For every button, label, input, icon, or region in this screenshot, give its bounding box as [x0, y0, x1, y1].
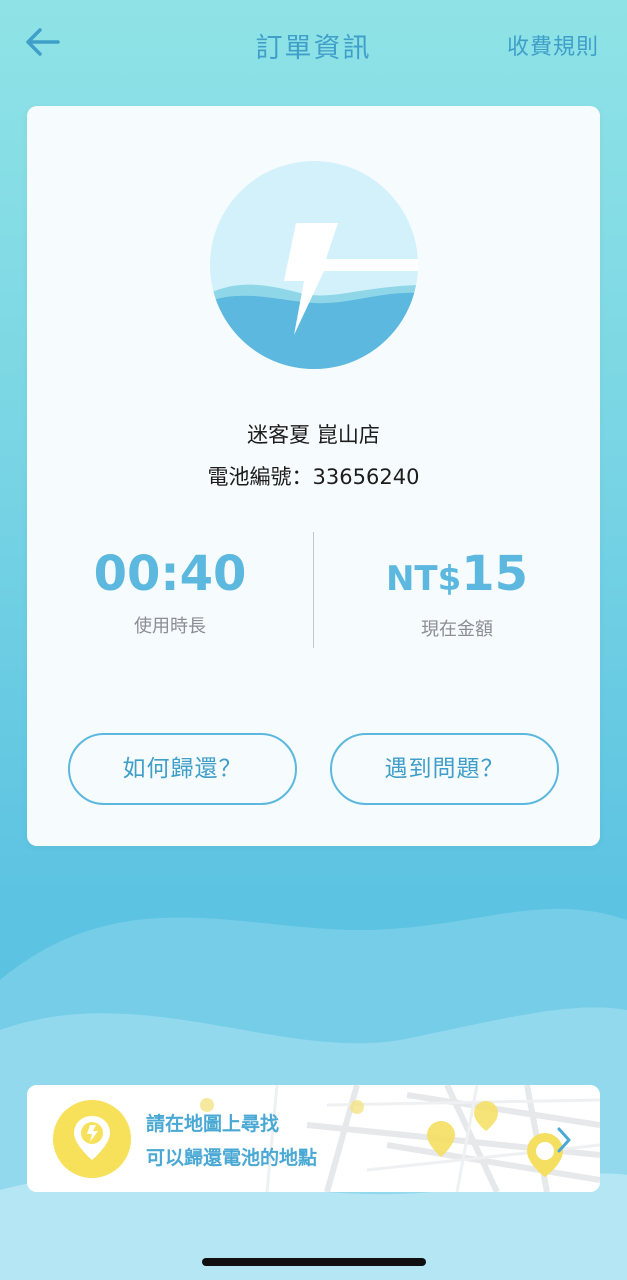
usage-duration-label: 使用時長: [134, 616, 206, 637]
top-bar: 訂單資訊 收費規則: [0, 0, 627, 90]
banner-line-2: 可以歸還電池的地點: [146, 1147, 318, 1169]
battery-bolt-logo-icon: [210, 161, 418, 369]
chevron-right-icon: [557, 1127, 571, 1153]
currency-prefix: NT$: [385, 559, 462, 599]
report-problem-button[interactable]: 遇到問題？: [330, 733, 559, 805]
usage-duration-value: 00:40: [93, 546, 247, 602]
battery-number-label: 電池編號：: [207, 465, 313, 489]
fee-rules-link[interactable]: 收費規則: [507, 29, 599, 61]
amount-number: 15: [461, 546, 529, 602]
current-amount-stat: NT$15 現在金額: [314, 546, 600, 641]
home-indicator[interactable]: [202, 1258, 426, 1266]
map-pin-bolt-icon: [53, 1100, 131, 1178]
banner-line-1: 請在地圖上尋找: [146, 1113, 280, 1135]
banner-text: 請在地圖上尋找 可以歸還電池的地點: [146, 1107, 317, 1175]
current-amount-label: 現在金額: [421, 619, 493, 640]
battery-number: 33656240: [312, 465, 420, 489]
return-location-banner[interactable]: 請在地圖上尋找 可以歸還電池的地點: [27, 1085, 600, 1192]
store-name: 迷客夏 崑山店: [247, 423, 380, 447]
usage-duration-stat: 00:40 使用時長: [27, 546, 313, 638]
battery-number-line: 電池編號：33656240: [27, 461, 600, 491]
how-to-return-button[interactable]: 如何歸還？: [68, 733, 297, 805]
current-amount-value: NT$15: [314, 546, 600, 607]
order-info-card: 迷客夏 崑山店 電池編號：33656240 00:40 使用時長 NT$15 現…: [27, 106, 600, 846]
